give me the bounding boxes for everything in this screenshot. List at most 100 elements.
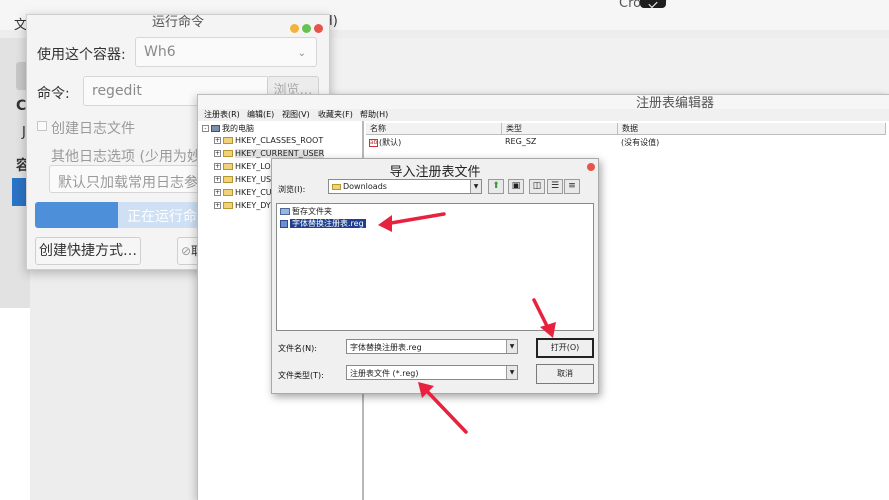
look-in-select[interactable]: Downloads ▼ xyxy=(328,179,482,194)
list-view-button[interactable]: ☰ xyxy=(547,179,563,194)
tree-root[interactable]: - 我的电脑 xyxy=(202,123,254,136)
table-row[interactable]: ab (默认) xyxy=(369,137,401,148)
value-name: (默认) xyxy=(379,138,402,147)
expand-icon[interactable]: + xyxy=(214,176,221,183)
import-dialog-title: 导入注册表文件 xyxy=(389,165,481,180)
tree-item-label: HKEY_CU xyxy=(235,188,272,197)
registry-file-icon xyxy=(280,219,288,228)
run-progress-fill xyxy=(35,202,119,228)
menu-edit[interactable]: 编辑(E) xyxy=(247,109,274,120)
value-type: REG_SZ xyxy=(505,137,537,146)
chevron-down-icon: ⌄ xyxy=(297,48,306,59)
log-checkbox[interactable] xyxy=(37,121,47,131)
container-value: Wh6 xyxy=(144,44,176,60)
menu-registry[interactable]: 注册表(R) xyxy=(204,109,240,120)
desktop-icon: ▣ xyxy=(511,181,521,191)
value-data: (没有设值) xyxy=(621,138,660,147)
stop-icon: ⊘ xyxy=(180,244,192,258)
tree-item-label: HKEY_CURRENT_USER xyxy=(235,149,325,158)
close-button[interactable] xyxy=(587,163,595,171)
list-view-icon: ☰ xyxy=(550,181,560,191)
menu-help[interactable]: 帮助(H) xyxy=(360,109,388,120)
regedit-menubar: 注册表(R) 编辑(E) 视图(V) 收藏夹(F) 帮助(H) xyxy=(198,109,889,121)
regedit-titlebar: 注册表编辑器 xyxy=(198,95,889,111)
folder-icon xyxy=(223,150,233,157)
new-folder-icon: ◫ xyxy=(532,181,542,191)
column-header-name[interactable]: 名称 xyxy=(366,123,502,135)
command-label: 命令: xyxy=(37,86,70,102)
menu-favorites[interactable]: 收藏夹(F) xyxy=(318,109,353,120)
folder-icon xyxy=(223,137,233,144)
close-button[interactable] xyxy=(314,24,323,33)
tree-item-label: HKEY_LO xyxy=(235,162,271,171)
log-options-placeholder: 默认只加载常用日志参 xyxy=(58,175,198,191)
filetype-label: 文件类型(T): xyxy=(278,371,324,380)
filename-input[interactable]: 字体替换注册表.reg ▼ xyxy=(346,339,518,354)
minimize-button[interactable] xyxy=(290,24,299,33)
expand-icon[interactable]: + xyxy=(214,137,221,144)
tree-item-hkcc[interactable]: + HKEY_CU xyxy=(214,188,272,201)
container-label: 使用这个容器: xyxy=(37,47,126,63)
file-name: 暂存文件夹 xyxy=(292,207,332,216)
chevron-down-icon[interactable]: ▼ xyxy=(506,340,517,353)
list-item[interactable]: 暂存文件夹 xyxy=(280,206,332,217)
tree-root-label: 我的电脑 xyxy=(222,124,254,133)
filetype-select[interactable]: 注册表文件 (*.reg) ▼ xyxy=(346,365,518,380)
open-button[interactable]: 打开(O) xyxy=(536,338,594,358)
cancel-button[interactable]: 取消 xyxy=(536,364,594,384)
look-in-value: Downloads xyxy=(343,182,387,191)
filetype-value: 注册表文件 (*.reg) xyxy=(350,369,419,378)
chevron-down-icon[interactable]: ▼ xyxy=(470,180,481,193)
sidebar-heading: C xyxy=(16,98,27,114)
window-controls xyxy=(287,18,323,37)
chevron-down-icon xyxy=(648,0,658,9)
folder-icon xyxy=(332,183,341,190)
menu-view[interactable]: 视图(V) xyxy=(282,109,310,120)
collapse-icon[interactable]: - xyxy=(202,125,209,132)
details-view-icon: ≡ xyxy=(568,181,576,191)
details-view-button[interactable]: ≡ xyxy=(564,179,580,194)
new-folder-button[interactable]: ◫ xyxy=(529,179,545,194)
folder-icon xyxy=(223,189,233,196)
folder-icon xyxy=(280,208,290,215)
expand-icon[interactable]: + xyxy=(214,150,221,157)
list-item[interactable]: 字体替换注册表.reg xyxy=(280,218,366,229)
command-value: regedit xyxy=(92,83,142,99)
file-name: 字体替换注册表.reg xyxy=(290,219,366,228)
string-value-icon: ab xyxy=(369,138,378,147)
tree-item-label: HKEY_US xyxy=(235,175,272,184)
run-dialog-title: 运行命令 xyxy=(151,15,204,30)
content-area xyxy=(0,308,30,500)
desktop-button[interactable]: ▣ xyxy=(508,179,524,194)
column-header-data[interactable]: 数据 xyxy=(618,123,886,135)
column-header-type[interactable]: 类型 xyxy=(502,123,618,135)
filename-label: 文件名(N): xyxy=(278,344,317,353)
create-shortcut-label: 创建快捷方式… xyxy=(39,243,137,259)
tree-item-hkcr[interactable]: + HKEY_CLASSES_ROOT xyxy=(214,136,323,149)
titlebar-chevron-button[interactable] xyxy=(640,0,666,9)
tree-item-hklm[interactable]: + HKEY_LO xyxy=(214,162,271,175)
look-in-label: 浏览(I): xyxy=(278,185,306,194)
filename-value: 字体替换注册表.reg xyxy=(350,343,422,352)
maximize-button[interactable] xyxy=(302,24,311,33)
expand-icon[interactable]: + xyxy=(214,189,221,196)
folder-icon xyxy=(223,202,233,209)
up-folder-button[interactable]: ⬆ xyxy=(488,179,504,194)
file-list: 暂存文件夹 字体替换注册表.reg xyxy=(276,203,594,331)
create-shortcut-button[interactable]: 创建快捷方式… xyxy=(35,237,141,265)
tree-item-hkdd[interactable]: + HKEY_DY xyxy=(214,201,271,214)
container-select[interactable]: Wh6 ⌄ xyxy=(135,37,317,67)
chevron-down-icon[interactable]: ▼ xyxy=(506,366,517,379)
folder-icon xyxy=(223,163,233,170)
tree-item-hku[interactable]: + HKEY_US xyxy=(214,175,271,188)
expand-icon[interactable]: + xyxy=(214,163,221,170)
tree-item-label: HKEY_CLASSES_ROOT xyxy=(235,136,324,145)
expand-icon[interactable]: + xyxy=(214,202,221,209)
tree-item-label: HKEY_DY xyxy=(235,201,271,210)
up-arrow-icon: ⬆ xyxy=(492,181,500,191)
log-checkbox-label: 创建日志文件 xyxy=(51,121,135,137)
folder-icon xyxy=(223,176,233,183)
import-registry-dialog: 导入注册表文件 浏览(I): Downloads ▼ ⬆ ▣ ◫ ☰ ≡ 暂存文… xyxy=(271,158,599,394)
other-log-label: 其他日志选项 (少用为妙 xyxy=(51,149,201,165)
computer-icon xyxy=(211,125,220,132)
